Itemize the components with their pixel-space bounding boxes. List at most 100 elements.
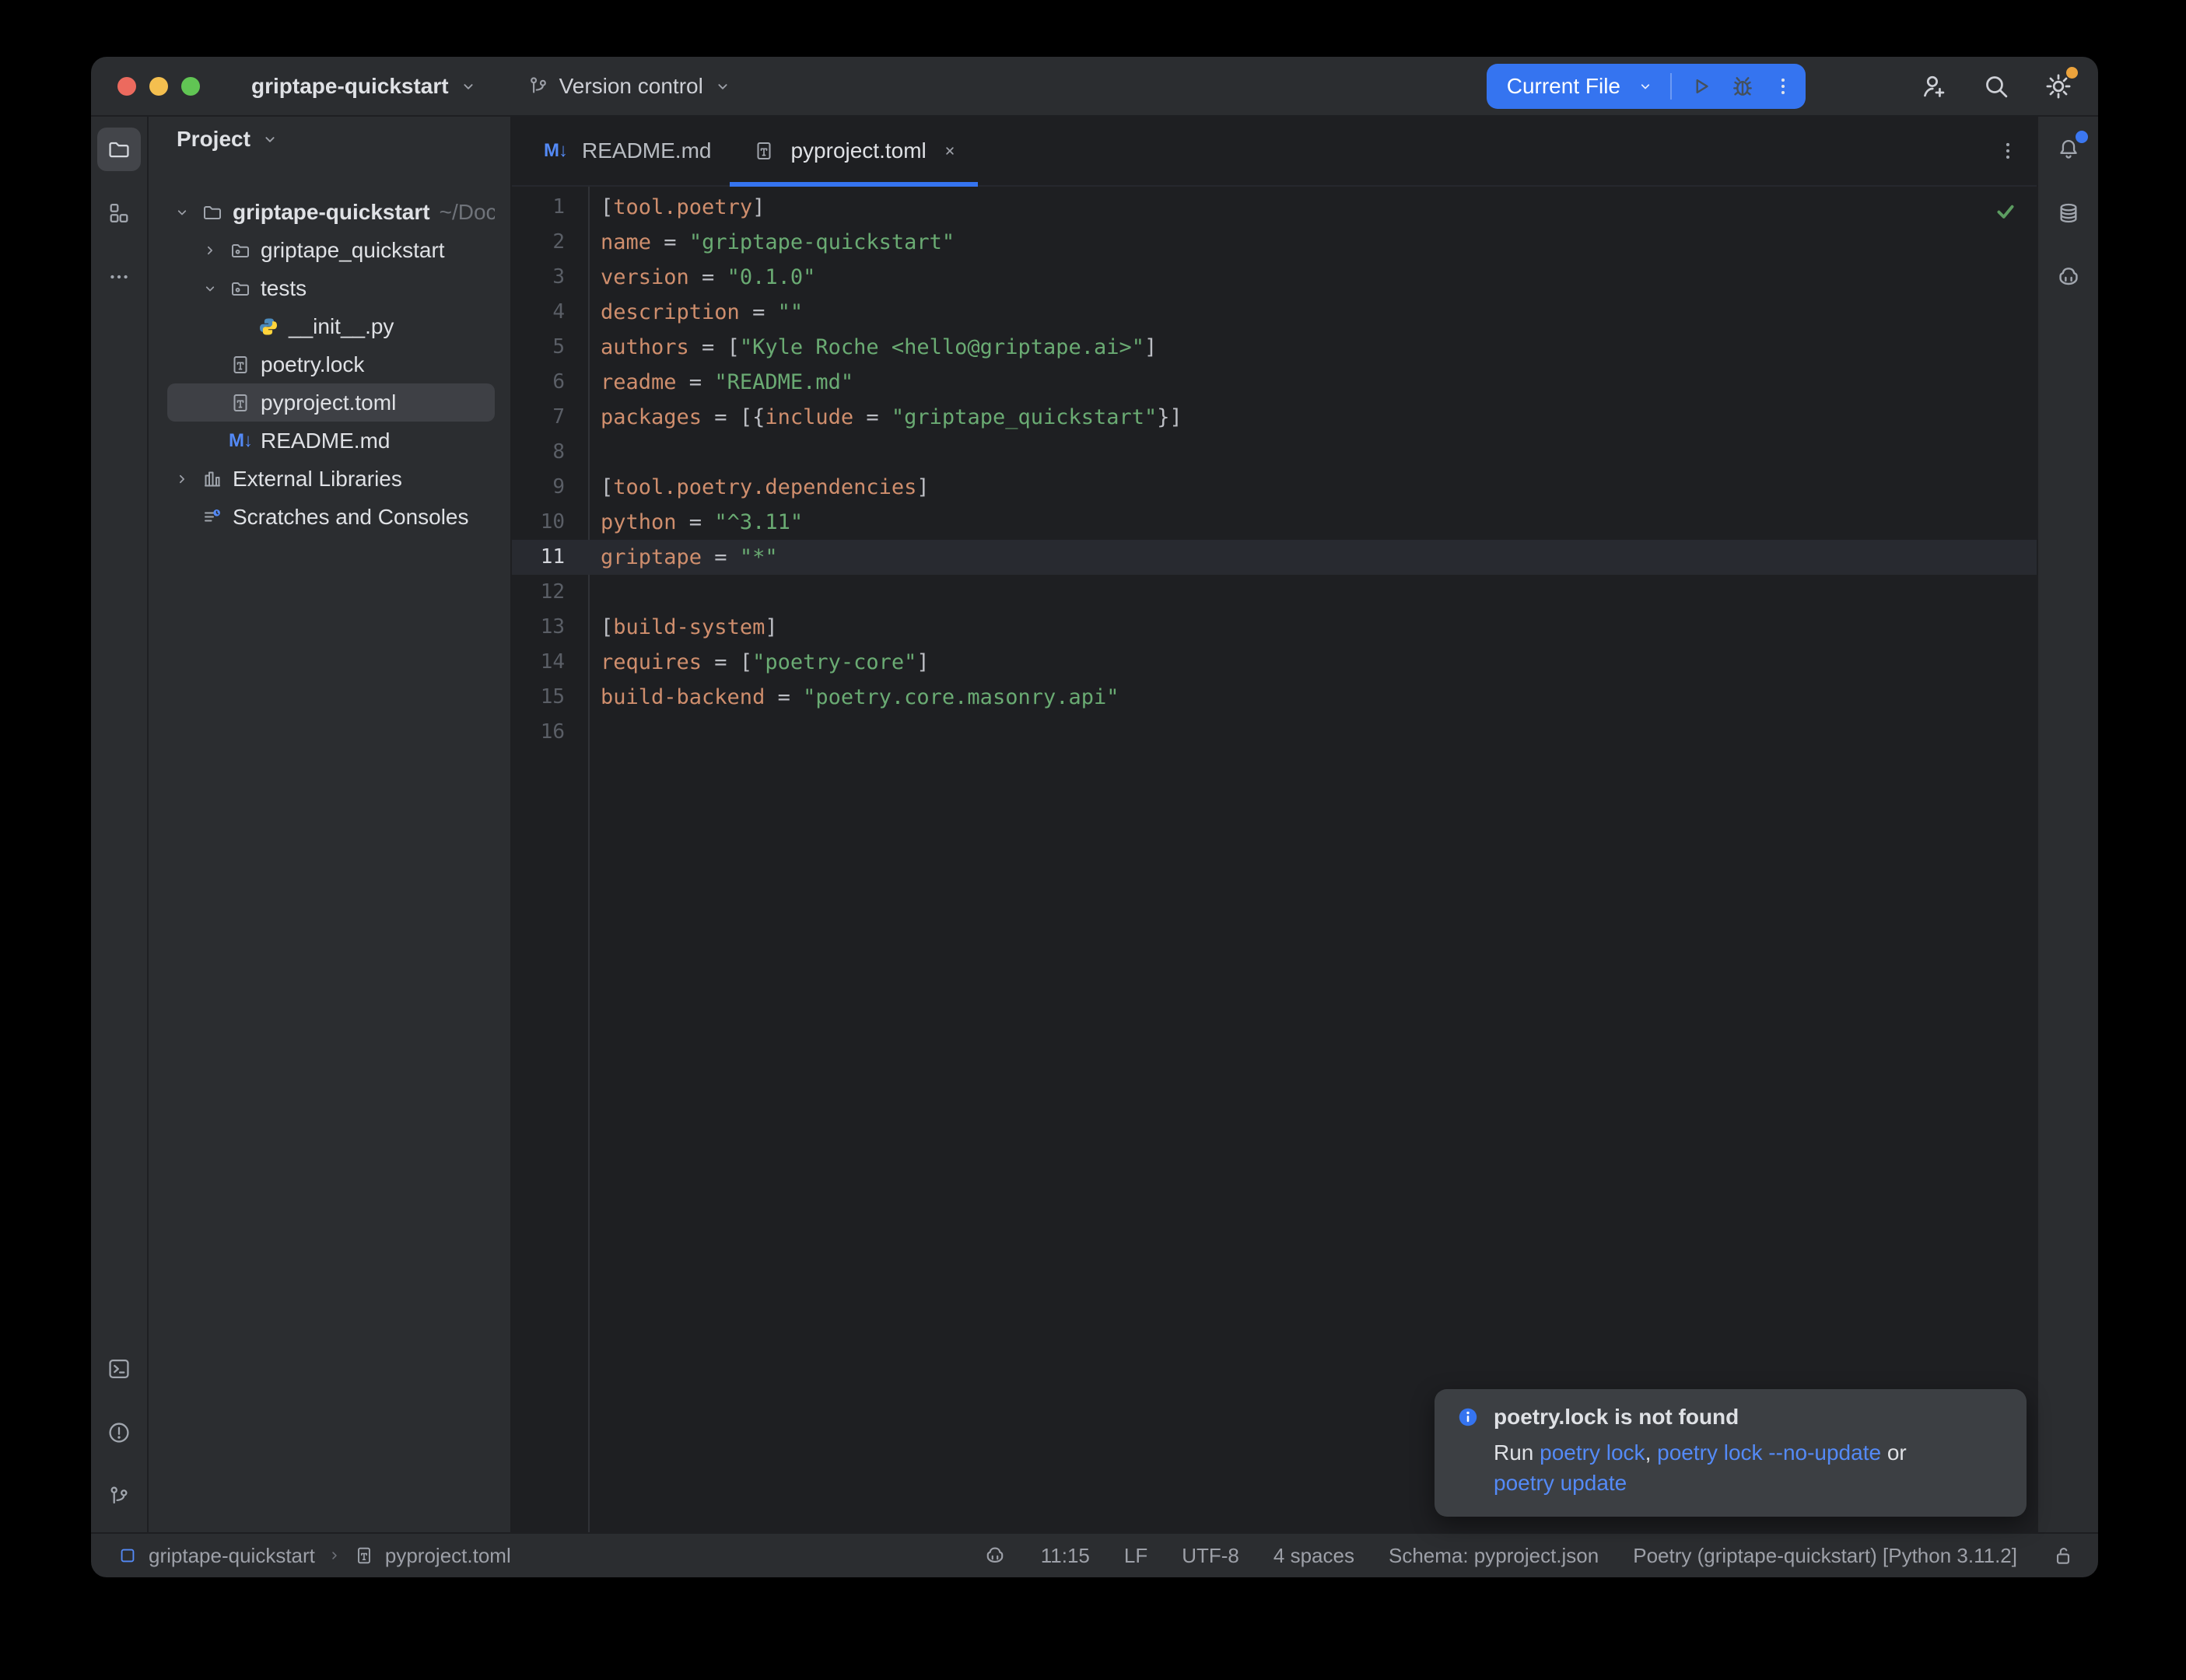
more-tools-button[interactable] <box>97 255 141 299</box>
code-text: requires = ["poetry-core"] <box>588 645 930 680</box>
tree-item-tests[interactable]: tests <box>167 269 495 307</box>
code-line-13[interactable]: 13[build-system] <box>512 610 2037 645</box>
tab-options-button[interactable] <box>1996 139 2020 163</box>
toml-icon <box>225 354 256 376</box>
code-line-15[interactable]: 15build-backend = "poetry.core.masonry.a… <box>512 680 2037 715</box>
chevron-down-icon <box>458 76 478 96</box>
notification-link-poetry-update[interactable]: poetry update <box>1494 1471 1627 1495</box>
status-4-spaces[interactable]: 4 spaces <box>1273 1544 1354 1568</box>
code-line-1[interactable]: 1[tool.poetry] <box>512 190 2037 225</box>
tree-item-pyproject-toml[interactable]: pyproject.toml <box>167 383 495 422</box>
tree-item--init-py[interactable]: __init__.py <box>167 307 495 345</box>
run-configuration-widget[interactable]: Current File <box>1487 64 1806 109</box>
status-schema-pyproject-json[interactable]: Schema: pyproject.json <box>1389 1544 1599 1568</box>
line-number: 7 <box>512 400 588 435</box>
code-line-10[interactable]: 10python = "^3.11" <box>512 505 2037 540</box>
more-run-options-button[interactable] <box>1771 75 1795 98</box>
status-11-15[interactable]: 11:15 <box>1041 1544 1090 1568</box>
status-label: Schema: pyproject.json <box>1389 1544 1599 1568</box>
breadcrumb-file[interactable]: pyproject.toml <box>385 1544 511 1568</box>
tab-pyproject-toml[interactable]: pyproject.toml <box>730 117 977 185</box>
run-button[interactable] <box>1687 73 1714 100</box>
more-horizontal-icon <box>107 264 131 289</box>
module-icon <box>117 1545 138 1566</box>
notification-text: Run <box>1494 1440 1540 1465</box>
code-text <box>588 435 601 470</box>
tab-readme-md[interactable]: M↓README.md <box>521 117 730 185</box>
project-tool-button[interactable] <box>97 128 141 171</box>
tree-item-scratches-and-consoles[interactable]: Scratches and Consoles <box>167 498 495 536</box>
breadcrumb-project[interactable]: griptape-quickstart <box>149 1544 315 1568</box>
tree-item-poetry-lock[interactable]: poetry.lock <box>167 345 495 383</box>
tree-item-readme-md[interactable]: M↓README.md <box>167 422 495 460</box>
tab-label: README.md <box>582 138 711 163</box>
code-line-8[interactable]: 8 <box>512 435 2037 470</box>
code-line-14[interactable]: 14requires = ["poetry-core"] <box>512 645 2037 680</box>
tree-item-external-libraries[interactable]: External Libraries <box>167 460 495 498</box>
zoom-window-button[interactable] <box>181 77 200 96</box>
folder-icon <box>107 137 131 162</box>
notification-text: or <box>1881 1440 1907 1465</box>
code-line-7[interactable]: 7packages = [{include = "griptape_quicks… <box>512 400 2037 435</box>
tree-item-griptape-quickstart[interactable]: griptape-quickstart~/Docume <box>167 193 495 231</box>
problems-tool-button[interactable] <box>97 1411 141 1454</box>
chevron-down-icon <box>1636 77 1655 96</box>
line-number: 5 <box>512 330 588 365</box>
editor-body[interactable]: 1[tool.poetry]2name = "griptape-quicksta… <box>512 187 2037 1532</box>
code-line-2[interactable]: 2name = "griptape-quickstart" <box>512 225 2037 260</box>
project-panel-header[interactable]: Project <box>149 117 510 162</box>
code-text: description = "" <box>588 295 803 330</box>
code-text: name = "griptape-quickstart" <box>588 225 955 260</box>
chevron-down-icon[interactable] <box>195 279 225 298</box>
alert-circle-icon <box>107 1420 131 1445</box>
status-utf-8[interactable]: UTF-8 <box>1182 1544 1239 1568</box>
project-panel-title: Project <box>177 127 250 152</box>
settings-button[interactable] <box>2039 67 2078 106</box>
chevron-right-icon[interactable] <box>167 470 197 488</box>
ai-assistant-tool-button[interactable] <box>2047 255 2090 299</box>
status-label: 11:15 <box>1041 1544 1090 1568</box>
tree-item-griptape-quickstart[interactable]: griptape_quickstart <box>167 231 495 269</box>
search-everywhere-button[interactable] <box>1977 67 2016 106</box>
code-line-4[interactable]: 4description = "" <box>512 295 2037 330</box>
notification-link-poetry-lock[interactable]: poetry lock <box>1540 1440 1645 1465</box>
structure-tool-button[interactable] <box>97 191 141 235</box>
minimize-window-button[interactable] <box>149 77 168 96</box>
status-lock-open[interactable] <box>2051 1544 2075 1567</box>
notifications-tool-button[interactable] <box>2047 128 2090 171</box>
code-with-me-button[interactable] <box>1915 67 1953 106</box>
code-line-5[interactable]: 5authors = ["Kyle Roche <hello@griptape.… <box>512 330 2037 365</box>
settings-update-badge <box>2066 67 2078 79</box>
notification-link-poetry-lock-no-update[interactable]: poetry lock --no-update <box>1657 1440 1881 1465</box>
status-copilot[interactable] <box>983 1544 1007 1567</box>
toml-icon <box>748 140 779 162</box>
line-number: 2 <box>512 225 588 260</box>
code-line-3[interactable]: 3version = "0.1.0" <box>512 260 2037 295</box>
status-lf[interactable]: LF <box>1124 1544 1147 1568</box>
code-line-6[interactable]: 6readme = "README.md" <box>512 365 2037 400</box>
database-tool-button[interactable] <box>2047 191 2090 235</box>
close-icon[interactable] <box>941 142 959 160</box>
notification-body: Run poetry lock, poetry lock --no-update… <box>1456 1437 1960 1498</box>
code-line-11[interactable]: 11griptape = "*" <box>512 540 2037 575</box>
code-line-16[interactable]: 16 <box>512 715 2037 750</box>
debug-button[interactable] <box>1729 73 1756 100</box>
close-window-button[interactable] <box>117 77 136 96</box>
project-selector[interactable]: griptape-quickstart <box>240 68 489 105</box>
version-control-tool-button[interactable] <box>97 1475 141 1518</box>
line-number: 9 <box>512 470 588 505</box>
code-text: [build-system] <box>588 610 778 645</box>
code-line-9[interactable]: 9[tool.poetry.dependencies] <box>512 470 2037 505</box>
editor-area: M↓README.mdpyproject.toml 1[tool.poetry]… <box>512 117 2037 1532</box>
right-tool-stripe <box>2037 117 2098 1532</box>
terminal-tool-button[interactable] <box>97 1347 141 1391</box>
chevron-right-icon[interactable] <box>195 241 225 260</box>
code-text: authors = ["Kyle Roche <hello@griptape.a… <box>588 330 1157 365</box>
vcs-selector[interactable]: Version control <box>516 68 744 105</box>
code-line-12[interactable]: 12 <box>512 575 2037 610</box>
status-poetry-griptape-quickstart-python-3-11-2-[interactable]: Poetry (griptape-quickstart) [Python 3.1… <box>1633 1544 2017 1568</box>
code-text <box>588 575 601 610</box>
chevron-down-icon[interactable] <box>167 203 197 222</box>
code-text: version = "0.1.0" <box>588 260 815 295</box>
breadcrumb: griptape-quickstart pyproject.toml <box>117 1544 511 1568</box>
